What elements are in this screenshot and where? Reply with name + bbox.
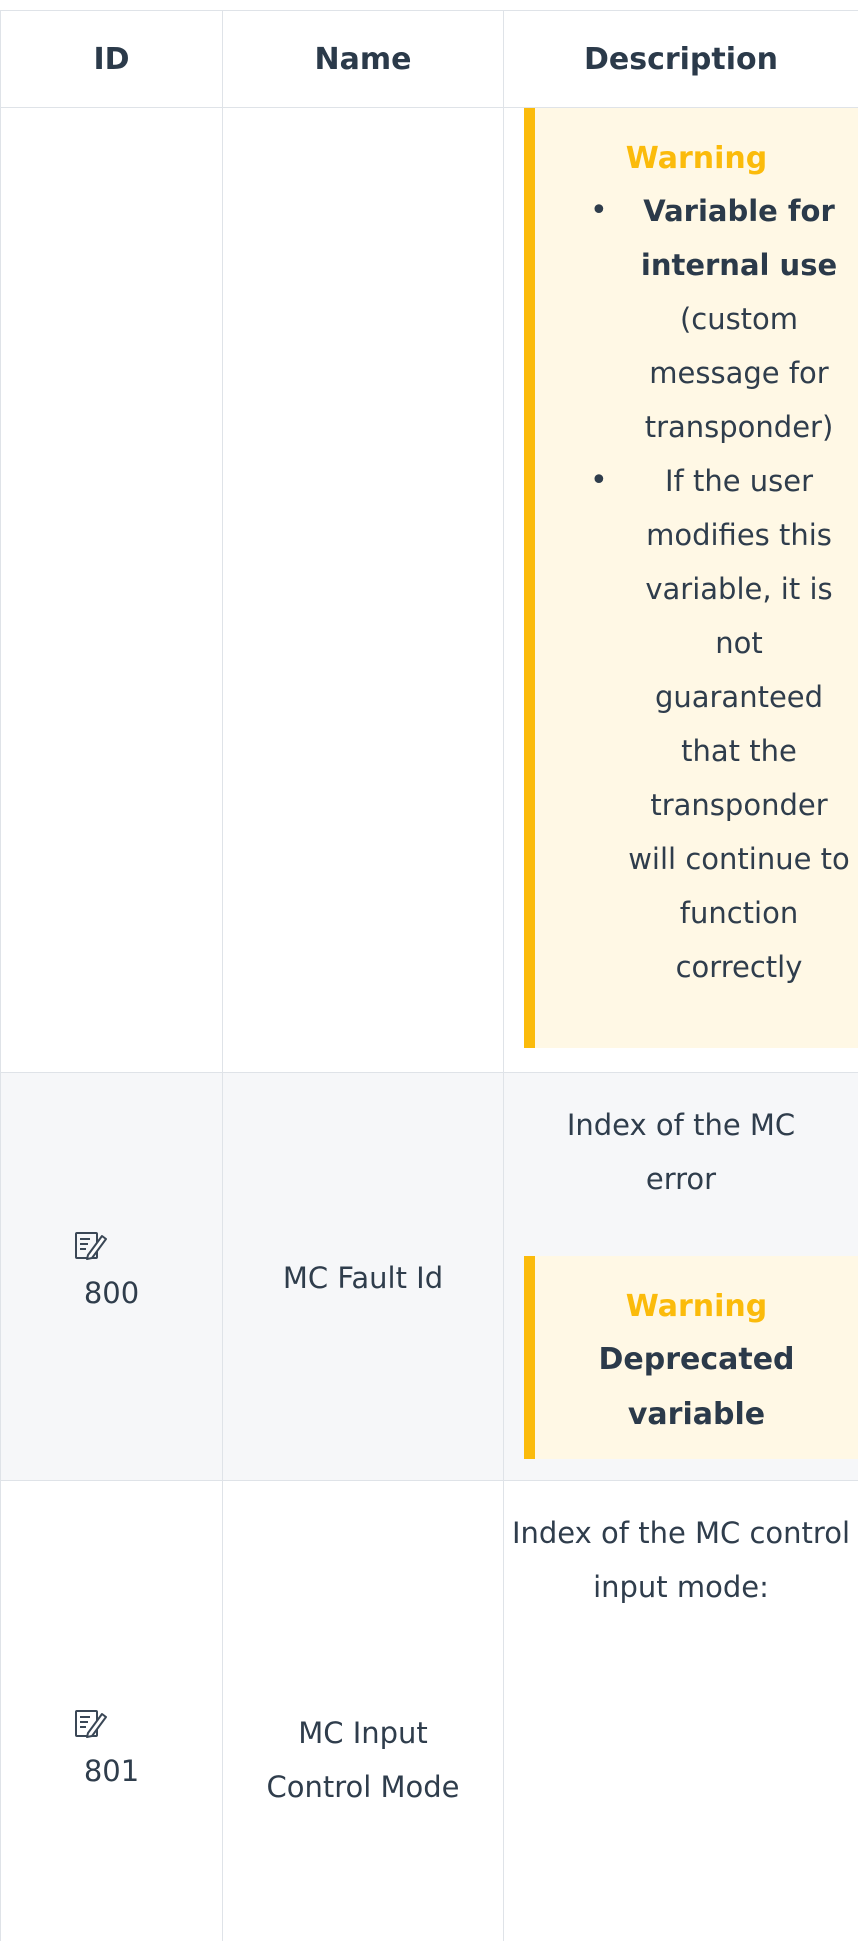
- row-id-cell: 800: [0, 1073, 223, 1480]
- header-name[interactable]: Name: [223, 11, 504, 107]
- row-description-cell: Index of the MC error Warning Deprecated…: [504, 1073, 858, 1480]
- row-id-cell: 801: [0, 1481, 223, 1941]
- variables-table: ID Name Description Warning • Variable f…: [0, 10, 858, 1941]
- id-block: 800: [1, 1228, 222, 1320]
- table-header: ID Name Description: [0, 10, 858, 108]
- warning-title: Warning: [625, 1289, 768, 1324]
- warning-text: Deprecated variable: [598, 1342, 795, 1432]
- table-row: 801 MC Input Control Mode Index of the M…: [0, 1481, 858, 1941]
- edit-icon[interactable]: [73, 1706, 107, 1740]
- table-row: 800 MC Fault Id Index of the MC error Wa…: [0, 1073, 858, 1481]
- bullet-icon: •: [590, 463, 608, 498]
- description-text: Index of the MC error: [566, 1108, 796, 1196]
- warning-item-text: If the user modifies this variable, it i…: [628, 464, 850, 984]
- id-block: 801: [1, 1706, 222, 1798]
- row-name-cell: MC Input Control Mode: [223, 1481, 504, 1941]
- row-id: 800: [83, 1276, 140, 1310]
- row-description-cell: Warning • Variable for internal use (cus…: [504, 108, 858, 1072]
- list-item: • If the user modifies this variable, it…: [535, 454, 858, 994]
- list-item: • Variable for internal use (custom mess…: [535, 184, 858, 454]
- warning-callout: Warning • Variable for internal use (cus…: [524, 108, 858, 1048]
- row-name: MC Fault Id: [282, 1261, 444, 1295]
- warning-list: • Variable for internal use (custom mess…: [535, 184, 858, 994]
- table-row: Warning • Variable for internal use (cus…: [0, 108, 858, 1073]
- row-name: MC Input Control Mode: [266, 1716, 460, 1804]
- warning-item-bold: Variable for internal use: [640, 194, 838, 282]
- header-description[interactable]: Description: [504, 11, 858, 107]
- row-id: 801: [83, 1754, 140, 1788]
- row-description-cell: Index of the MC control input mode:: [504, 1481, 858, 1941]
- description-text: Index of the MC control input mode:: [511, 1516, 851, 1604]
- warning-title: Warning: [625, 141, 768, 176]
- warning-callout: Warning Deprecated variable: [524, 1256, 858, 1459]
- row-id-cell: [0, 108, 223, 1072]
- row-name-cell: [223, 108, 504, 1072]
- warning-item-text: (custom message for transponder): [644, 302, 834, 444]
- bullet-icon: •: [590, 193, 608, 228]
- row-name-cell: MC Fault Id: [223, 1073, 504, 1480]
- header-id[interactable]: ID: [0, 11, 223, 107]
- edit-icon[interactable]: [73, 1228, 107, 1262]
